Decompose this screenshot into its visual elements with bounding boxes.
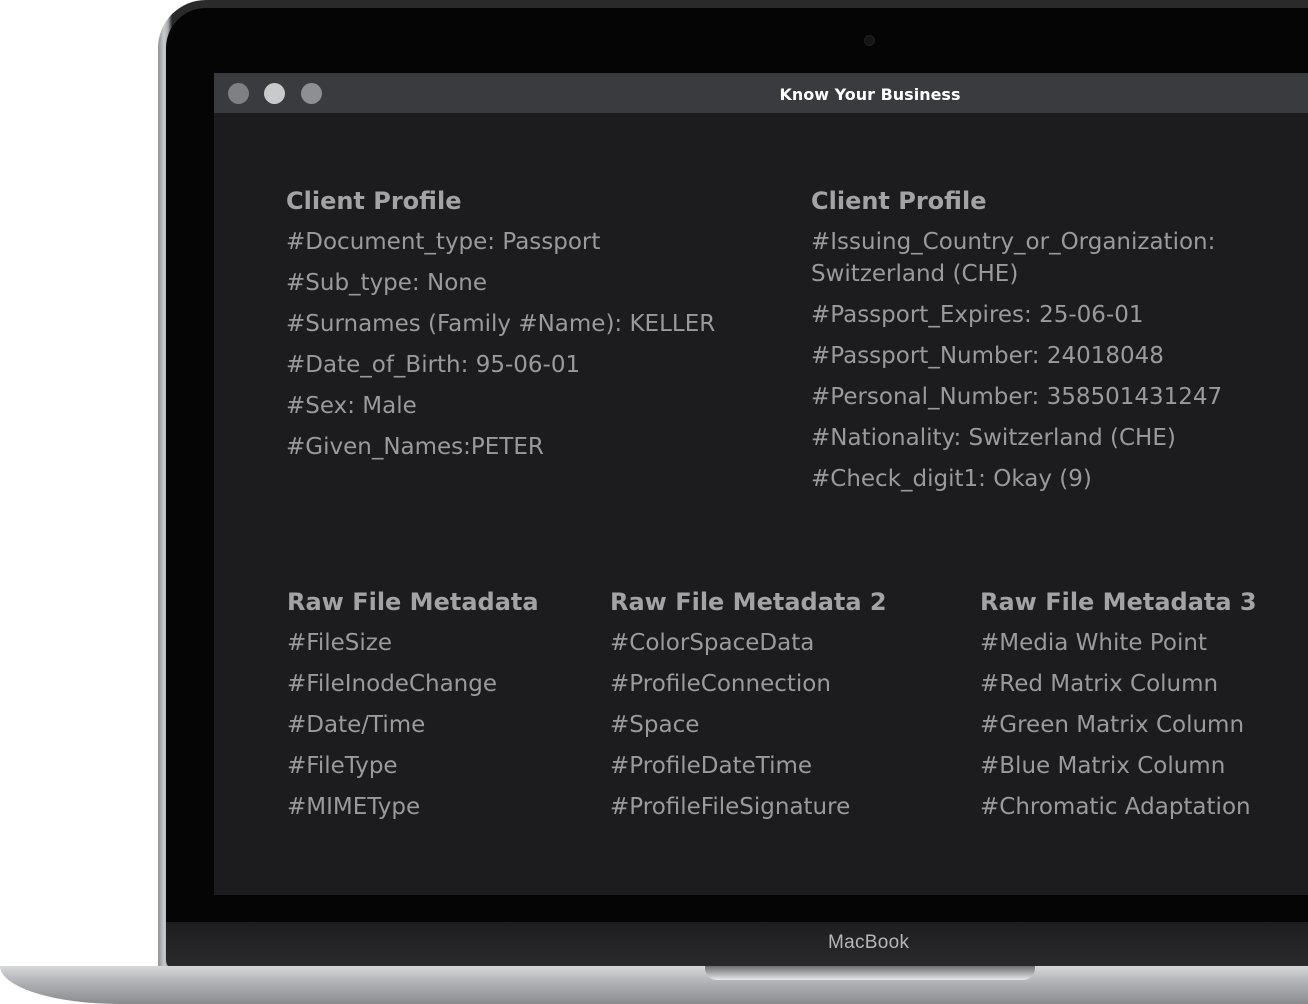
client-profile-left: Client Profile #Document_type: Passport … (286, 185, 766, 472)
profile-field: #Date_of_Birth: 95-06-01 (286, 352, 581, 378)
title-bar: Know Your Business (214, 73, 1308, 113)
laptop-hinge-notch (705, 966, 1035, 980)
metadata-field: #ProfileFileSignature (610, 794, 851, 820)
metadata-field: #FileType (287, 753, 398, 779)
section-heading: Client Profile (811, 187, 987, 215)
metadata-field: #Chromatic Adaptation (980, 794, 1251, 820)
metadata-field: #ProfileDateTime (610, 753, 813, 779)
metadata-field: #Media White Point (980, 630, 1207, 656)
metadata-field: #FileInodeChange (287, 671, 497, 697)
metadata-field: #FileSize (287, 630, 392, 656)
profile-field: #Document_type: Passport (286, 229, 601, 255)
raw-file-metadata-1: Raw File Metadata #FileSize #FileInodeCh… (287, 586, 587, 832)
section-heading: Raw File Metadata 2 (610, 588, 887, 616)
profile-field: #Surnames (Family #Name): KELLER (286, 311, 716, 337)
metadata-field: #ProfileConnection (610, 671, 831, 697)
metadata-field: #Green Matrix Column (980, 712, 1245, 738)
profile-field: #Passport_Expires: 25-06-01 (811, 302, 1144, 328)
camera-icon (864, 35, 875, 46)
section-heading: Raw File Metadata 3 (980, 588, 1257, 616)
profile-field: #Nationality: Switzerland (CHE) (811, 425, 1176, 451)
laptop-mockup: Know Your Business Client Profile #Docum… (0, 0, 1308, 1004)
profile-field: #Sub_type: None (286, 270, 487, 296)
raw-file-metadata-3: Raw File Metadata 3 #Media White Point #… (980, 586, 1300, 832)
metadata-field: #Space (610, 712, 700, 738)
profile-field: #Given_Names:PETER (286, 434, 544, 460)
raw-file-metadata-2: Raw File Metadata 2 #ColorSpaceData #Pro… (610, 586, 950, 832)
profile-field: #Issuing_Country_or_Organization: Switze… (811, 229, 1216, 287)
laptop-base (0, 966, 1308, 1004)
profile-field: #Check_digit1: Okay (9) (811, 466, 1092, 492)
profile-field: #Sex: Male (286, 393, 417, 419)
metadata-field: #MIMEType (287, 794, 421, 820)
metadata-field: #ColorSpaceData (610, 630, 815, 656)
metadata-field: #Blue Matrix Column (980, 753, 1226, 779)
section-heading: Raw File Metadata (287, 588, 539, 616)
profile-field: #Passport_Number: 24018048 (811, 343, 1164, 369)
profile-field: #Personal_Number: 358501431247 (811, 384, 1223, 410)
window-title: Know Your Business (779, 85, 961, 104)
laptop-chin (166, 922, 1308, 970)
client-profile-right: Client Profile #Issuing_Country_or_Organ… (811, 185, 1291, 504)
metadata-field: #Red Matrix Column (980, 671, 1219, 697)
app-window: Know Your Business Client Profile #Docum… (214, 73, 1308, 895)
brand-label: MacBook (828, 932, 910, 953)
metadata-field: #Date/Time (287, 712, 426, 738)
section-heading: Client Profile (286, 187, 462, 215)
